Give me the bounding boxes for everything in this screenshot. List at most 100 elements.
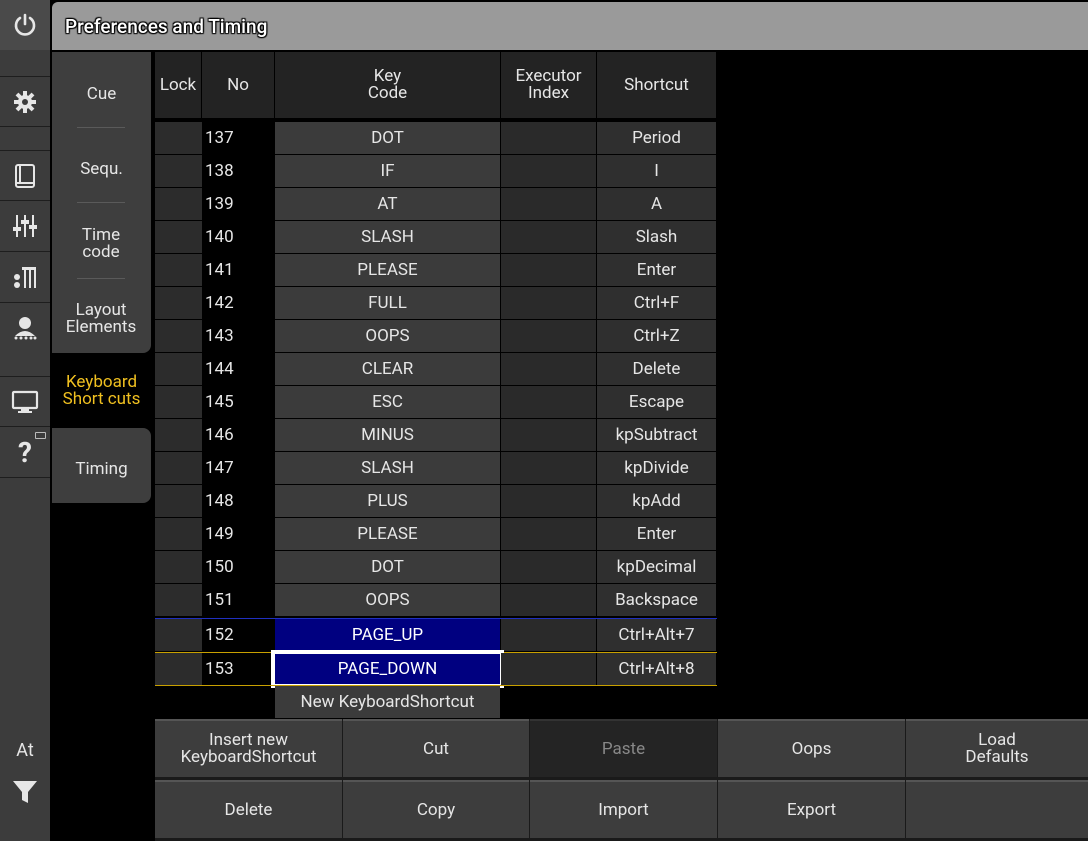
no-cell[interactable]: 149 (202, 518, 274, 550)
tab-sequ[interactable]: Sequ. (52, 136, 151, 202)
table-row[interactable]: 142 FULL Ctrl+F (155, 287, 717, 320)
shortcut-cell[interactable]: Delete (597, 353, 716, 385)
key-code-cell[interactable]: PAGE_DOWN (271, 650, 504, 688)
executor-index-cell[interactable] (501, 221, 596, 253)
new-keyboard-shortcut-row[interactable]: New KeyboardShortcut (275, 686, 500, 718)
table-row[interactable]: 139 AT A (155, 188, 717, 221)
shortcut-cell[interactable]: Ctrl+Alt+8 (597, 653, 716, 685)
table-row[interactable]: 149 PLEASE Enter (155, 518, 717, 551)
lock-cell[interactable] (155, 353, 202, 385)
shortcut-cell[interactable]: I (597, 155, 716, 187)
key-code-cell[interactable]: PLEASE (275, 254, 500, 286)
key-code-cell[interactable]: IF (275, 155, 500, 187)
no-cell[interactable]: 148 (202, 485, 274, 517)
shortcut-cell[interactable]: kpDivide (597, 452, 716, 484)
col-header-executor-index[interactable]: Executor Index (501, 52, 597, 118)
executor-index-cell[interactable] (501, 653, 596, 685)
window-title-bar[interactable]: Preferences and Timing (52, 2, 1088, 50)
paste-button[interactable]: Paste (530, 719, 717, 777)
lock-cell[interactable] (155, 221, 202, 253)
table-row[interactable]: 141 PLEASE Enter (155, 254, 717, 287)
executor-index-cell[interactable] (501, 122, 596, 154)
executor-index-cell[interactable] (501, 188, 596, 220)
lock-cell[interactable] (155, 320, 202, 352)
shortcut-cell[interactable]: Slash (597, 221, 716, 253)
lock-cell[interactable] (155, 188, 202, 220)
lock-cell[interactable] (155, 419, 202, 451)
lock-cell[interactable] (155, 452, 202, 484)
no-cell[interactable]: 153 (202, 653, 274, 685)
table-row[interactable]: 146 MINUS kpSubtract (155, 419, 717, 452)
table-row[interactable]: 150 DOT kpDecimal (155, 551, 717, 584)
executor-index-cell[interactable] (501, 386, 596, 418)
table-row-focused[interactable]: 153 PAGE_DOWN Ctrl+Alt+8 (155, 650, 717, 688)
load-defaults-button[interactable]: Load Defaults (906, 719, 1088, 777)
no-cell[interactable]: 143 (202, 320, 274, 352)
no-cell[interactable]: 142 (202, 287, 274, 319)
shortcut-cell[interactable]: Enter (597, 518, 716, 550)
lock-cell[interactable] (155, 518, 202, 550)
book-icon[interactable] (0, 152, 50, 199)
no-cell[interactable]: 150 (202, 551, 274, 583)
table-row[interactable]: 148 PLUS kpAdd (155, 485, 717, 518)
shortcut-cell[interactable]: Ctrl+Z (597, 320, 716, 352)
no-cell[interactable]: 139 (202, 188, 274, 220)
lock-cell[interactable] (155, 551, 202, 583)
table-row[interactable]: 144 CLEAR Delete (155, 353, 717, 386)
lock-cell[interactable] (155, 386, 202, 418)
power-icon[interactable] (0, 0, 50, 50)
lock-cell[interactable] (155, 122, 202, 154)
col-header-lock[interactable]: Lock (155, 52, 202, 118)
executor-index-cell[interactable] (501, 320, 596, 352)
no-cell[interactable]: 144 (202, 353, 274, 385)
cut-button[interactable]: Cut (343, 719, 529, 777)
shortcut-cell[interactable]: kpAdd (597, 485, 716, 517)
table-row[interactable]: 151 OOPS Backspace (155, 584, 717, 618)
lock-cell[interactable] (155, 254, 202, 286)
executor-index-cell[interactable] (501, 584, 596, 616)
tab-keyboard-shortcuts[interactable]: Keyboard Short cuts (52, 354, 151, 428)
executor-index-cell[interactable] (501, 155, 596, 187)
delete-button[interactable]: Delete (155, 780, 342, 838)
insert-new-keyboardshortcut-button[interactable]: Insert new KeyboardShortcut (155, 719, 342, 777)
table-row[interactable]: 147 SLASH kpDivide (155, 452, 717, 485)
key-code-cell[interactable]: DOT (275, 551, 500, 583)
tab-timing[interactable]: Timing (52, 436, 151, 502)
shortcut-cell[interactable]: Period (597, 122, 716, 154)
executor-index-cell[interactable] (501, 419, 596, 451)
fixture-sheet-icon[interactable] (0, 252, 50, 301)
col-header-no[interactable]: No (202, 52, 275, 118)
executor-index-cell[interactable] (501, 287, 596, 319)
executor-index-cell[interactable] (501, 452, 596, 484)
col-header-shortcut[interactable]: Shortcut (597, 52, 717, 118)
faders-icon[interactable] (0, 201, 50, 250)
no-cell[interactable]: 151 (202, 584, 274, 616)
table-row[interactable]: 145 ESC Escape (155, 386, 717, 419)
col-header-key-code[interactable]: Key Code (275, 52, 501, 118)
shortcut-cell[interactable]: A (597, 188, 716, 220)
tab-cue[interactable]: Cue (52, 60, 151, 128)
lock-cell[interactable] (155, 584, 202, 616)
executor-index-cell[interactable] (501, 518, 596, 550)
no-cell[interactable]: 138 (202, 155, 274, 187)
filter-icon[interactable] (0, 772, 50, 812)
lock-cell[interactable] (155, 287, 202, 319)
shortcut-cell[interactable]: Ctrl+Alt+7 (597, 619, 716, 651)
key-code-cell[interactable]: SLASH (275, 452, 500, 484)
key-code-cell[interactable]: PAGE_UP (275, 619, 500, 651)
table-row-selected[interactable]: 152 PAGE_UP Ctrl+Alt+7 (155, 619, 717, 652)
key-code-cell[interactable]: DOT (275, 122, 500, 154)
table-row[interactable]: 140 SLASH Slash (155, 221, 717, 254)
table-row[interactable]: 143 OOPS Ctrl+Z (155, 320, 717, 353)
import-button[interactable]: Import (530, 780, 717, 838)
key-code-cell[interactable]: PLEASE (275, 518, 500, 550)
key-code-cell[interactable]: MINUS (275, 419, 500, 451)
help-icon[interactable]: ? (0, 428, 50, 476)
executor-index-cell[interactable] (501, 353, 596, 385)
key-code-cell[interactable]: PLUS (275, 485, 500, 517)
no-cell[interactable]: 152 (202, 619, 274, 651)
lock-cell[interactable] (155, 485, 202, 517)
key-code-cell[interactable]: OOPS (275, 584, 500, 616)
monitor-icon[interactable] (0, 378, 50, 425)
lock-cell[interactable] (155, 155, 202, 187)
